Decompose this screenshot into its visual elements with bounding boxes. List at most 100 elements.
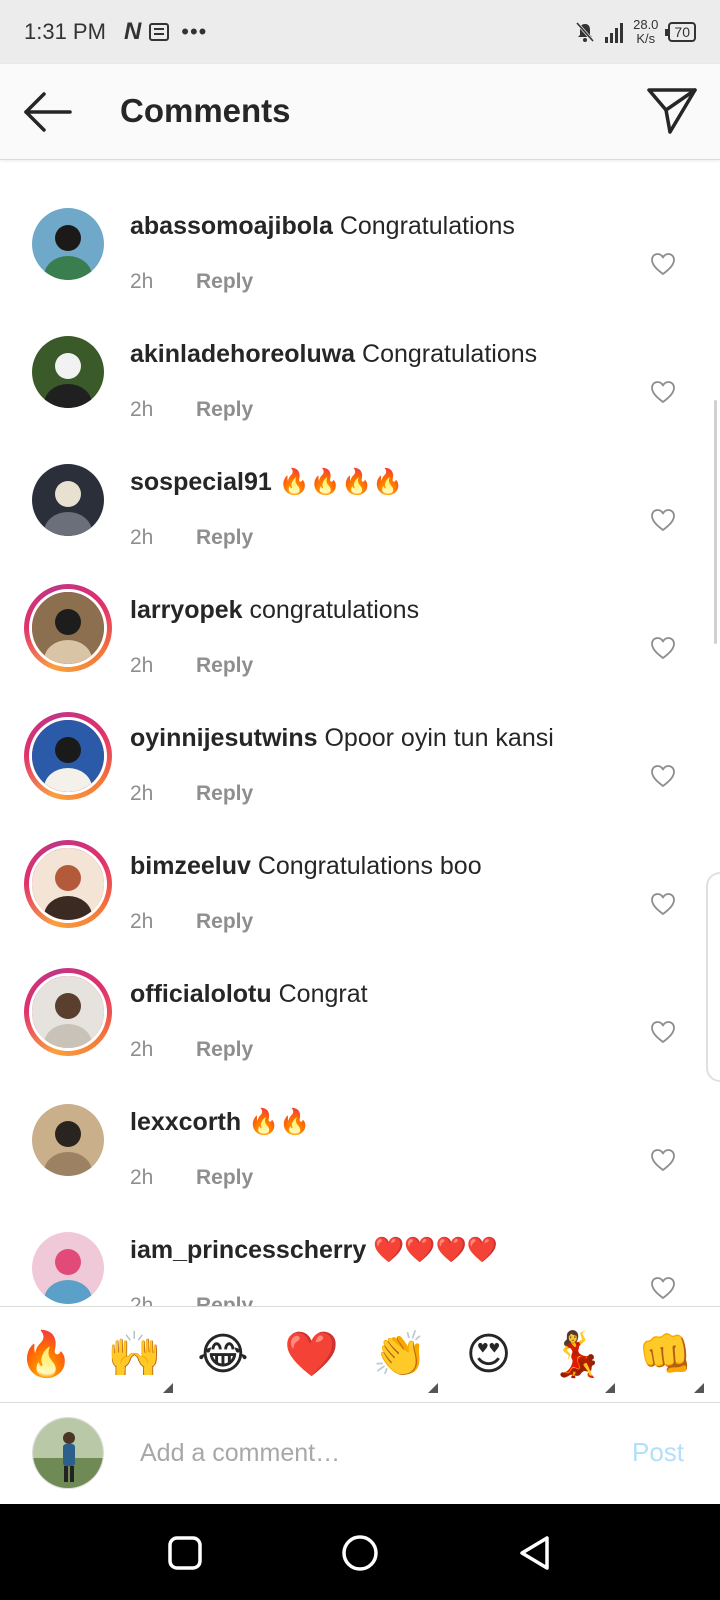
- like-heart-icon[interactable]: [650, 1020, 676, 1044]
- avatar-wrap[interactable]: [24, 200, 112, 288]
- comments-list[interactable]: abassomoajibola Congratulations 2h Reply ak…: [0, 160, 720, 1306]
- post-button[interactable]: Post: [632, 1437, 684, 1468]
- like-heart-icon[interactable]: [650, 1276, 676, 1300]
- story-ring[interactable]: [24, 968, 112, 1056]
- emoji-glyph: 👏: [372, 1330, 428, 1379]
- emoji-glyph: 👊: [638, 1330, 693, 1379]
- bell-muted-icon: [575, 22, 595, 42]
- like-heart-icon[interactable]: [650, 1148, 676, 1172]
- reply-button[interactable]: Reply: [196, 910, 253, 934]
- emoji-shortcut[interactable]: ❤️: [282, 1327, 342, 1383]
- direct-send-icon[interactable]: [646, 86, 698, 136]
- comment-row[interactable]: lexxcorth 🔥🔥 2h Reply: [0, 1082, 720, 1210]
- comment-timestamp: 2h: [130, 526, 154, 549]
- comment-row[interactable]: oyinnijesutwins Opoor oyin tun kansi 2h Re…: [0, 698, 720, 826]
- recent-apps-icon[interactable]: [164, 1532, 206, 1574]
- comment-row[interactable]: bimzeeluv Congratulations boo 2h Reply: [0, 826, 720, 954]
- avatar[interactable]: [32, 464, 104, 536]
- comment-row[interactable]: officialolotu Congrat 2h Reply: [0, 954, 720, 1082]
- avatar-wrap[interactable]: [24, 328, 112, 416]
- avatar[interactable]: [29, 589, 107, 667]
- comment-row[interactable]: iam_princesscherry ❤️❤️❤️❤️ 2h Reply: [0, 1210, 720, 1306]
- comment-timestamp: 2h: [130, 782, 154, 805]
- emoji-shortcut[interactable]: 👏: [370, 1327, 438, 1393]
- avatar[interactable]: [32, 336, 104, 408]
- back-triangle-icon[interactable]: [514, 1532, 556, 1574]
- story-ring[interactable]: [24, 584, 112, 672]
- home-icon[interactable]: [339, 1532, 381, 1574]
- comment-username[interactable]: lexxcorth: [130, 1108, 241, 1136]
- comment-username[interactable]: akinladehoreoluwa: [130, 340, 355, 368]
- comments-header: Comments: [0, 64, 720, 160]
- comment-timestamp: 2h: [130, 654, 154, 677]
- reply-button[interactable]: Reply: [196, 1294, 253, 1306]
- emoji-glyph: 💃: [549, 1330, 605, 1379]
- emoji-shortcut[interactable]: 💃: [547, 1327, 615, 1393]
- comment-input[interactable]: [140, 1433, 600, 1473]
- emoji-shortcut[interactable]: 🔥: [16, 1327, 76, 1383]
- page-title: Comments: [120, 92, 291, 129]
- avatar[interactable]: [32, 1232, 104, 1304]
- skin-tone-indicator: [693, 1383, 704, 1393]
- comment-row[interactable]: sospecial91 🔥🔥🔥🔥 2h Reply: [0, 442, 720, 570]
- more-notifications-icon: •••: [181, 19, 208, 44]
- comment-username[interactable]: larryopek: [130, 596, 243, 624]
- reply-button[interactable]: Reply: [196, 1166, 253, 1190]
- emoji-shortcut[interactable]: 🙌: [105, 1327, 173, 1393]
- like-heart-icon[interactable]: [650, 892, 676, 916]
- avatar-wrap[interactable]: [24, 1224, 112, 1306]
- avatar[interactable]: [29, 845, 107, 923]
- like-heart-icon[interactable]: [650, 508, 676, 532]
- emoji-shortcut[interactable]: 😂: [193, 1327, 253, 1383]
- comment-username[interactable]: abassomoajibola: [130, 212, 333, 240]
- reply-button[interactable]: Reply: [196, 270, 253, 294]
- story-ring[interactable]: [24, 712, 112, 800]
- comment-text: larryopek congratulations: [130, 596, 419, 625]
- back-arrow-icon[interactable]: [22, 90, 72, 134]
- comment-username[interactable]: officialolotu: [130, 980, 272, 1008]
- comment-row[interactable]: akinladehoreoluwa Congratulations 2h Reply: [0, 314, 720, 442]
- comment-body: Congratulations: [339, 212, 515, 240]
- comment-body: 🔥🔥🔥🔥: [278, 468, 404, 496]
- reply-button[interactable]: Reply: [196, 782, 253, 806]
- reply-button[interactable]: Reply: [196, 654, 253, 678]
- story-ring[interactable]: [24, 840, 112, 928]
- avatar[interactable]: [29, 717, 107, 795]
- comment-username[interactable]: sospecial91: [130, 468, 272, 496]
- reply-button[interactable]: Reply: [196, 1038, 253, 1062]
- comment-composer: Post: [0, 1402, 720, 1504]
- emoji-shortcut[interactable]: 👊: [636, 1327, 704, 1393]
- emoji-shortcut[interactable]: 😍: [459, 1327, 519, 1383]
- reply-button[interactable]: Reply: [196, 526, 253, 550]
- edge-panel-handle[interactable]: [706, 872, 720, 1082]
- reply-button[interactable]: Reply: [196, 398, 253, 422]
- comment-username[interactable]: bimzeeluv: [130, 852, 251, 880]
- like-heart-icon[interactable]: [650, 636, 676, 660]
- avatar[interactable]: [32, 208, 104, 280]
- comment-text: bimzeeluv Congratulations boo: [130, 852, 482, 881]
- comment-body: 🔥🔥: [248, 1108, 311, 1136]
- like-heart-icon[interactable]: [650, 764, 676, 788]
- comment-text: akinladehoreoluwa Congratulations: [130, 340, 537, 369]
- network-speed: 28.0 K/s: [633, 17, 659, 46]
- comment-text: abassomoajibola Congratulations: [130, 212, 515, 241]
- comment-timestamp: 2h: [130, 270, 154, 293]
- avatar-wrap[interactable]: [24, 456, 112, 544]
- comment-row[interactable]: abassomoajibola Congratulations 2h Reply: [0, 186, 720, 314]
- avatar-wrap[interactable]: [24, 1096, 112, 1184]
- skin-tone-indicator: [428, 1383, 438, 1393]
- comment-row[interactable]: larryopek congratulations 2h Reply: [0, 570, 720, 698]
- status-bar: 1:31 PM N ••• 28.0 K/s 70: [0, 0, 720, 64]
- skin-tone-indicator: [162, 1383, 173, 1393]
- comment-username[interactable]: iam_princesscherry: [130, 1236, 366, 1264]
- comment-timestamp: 2h: [130, 1038, 154, 1061]
- emoji-glyph: 🙌: [107, 1330, 162, 1379]
- comment-text: iam_princesscherry ❤️❤️❤️❤️: [130, 1236, 498, 1265]
- emoji-glyph: 😍: [465, 1330, 512, 1379]
- avatar[interactable]: [29, 973, 107, 1051]
- like-heart-icon[interactable]: [650, 252, 676, 276]
- emoji-glyph: ❤️: [284, 1330, 339, 1379]
- like-heart-icon[interactable]: [650, 380, 676, 404]
- comment-username[interactable]: oyinnijesutwins: [130, 724, 318, 752]
- avatar[interactable]: [32, 1104, 104, 1176]
